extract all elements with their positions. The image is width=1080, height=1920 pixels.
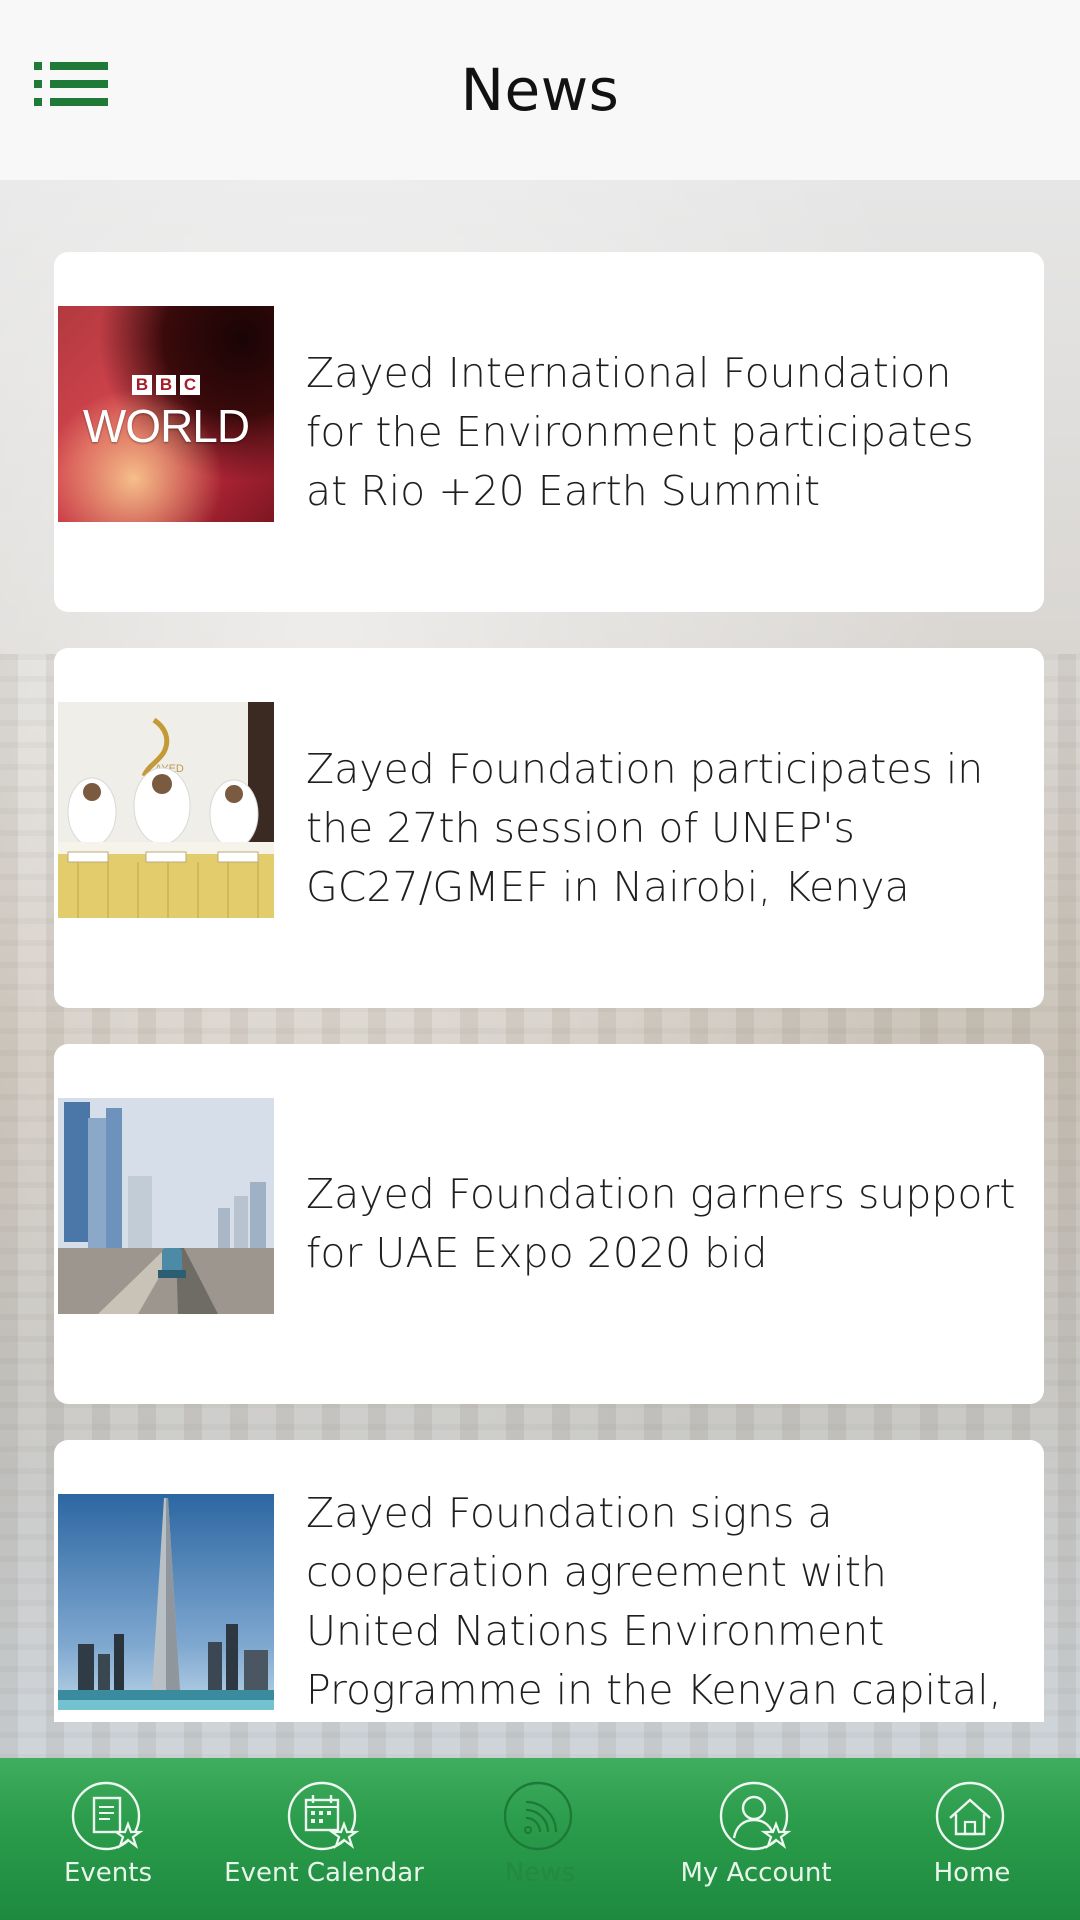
- news-title: Zayed Foundation signs a cooperation agr…: [306, 1489, 1002, 1714]
- bottom-navigation: Events Event Calendar News My Account Ho…: [0, 1758, 1080, 1920]
- bbc-logo-boxes: BBC: [132, 375, 200, 395]
- bbc-world-logo-text: WORLD: [82, 400, 250, 452]
- nav-label: Events: [63, 1858, 153, 1888]
- nav-event-calendar[interactable]: Event Calendar: [216, 1758, 432, 1888]
- news-list: BBC WORLD Zayed International Foundation…: [54, 252, 1044, 1758]
- list-menu-icon[interactable]: [34, 62, 108, 116]
- news-item[interactable]: BBC WORLD Zayed International Foundation…: [54, 252, 1044, 612]
- event-calendar-icon: [287, 1781, 360, 1851]
- nav-my-account[interactable]: My Account: [648, 1758, 864, 1888]
- news-feed-icon: [503, 1781, 573, 1851]
- nav-label: My Account: [680, 1858, 832, 1888]
- events-icon: [71, 1781, 144, 1851]
- news-title: Zayed Foundation participates in the 27t…: [306, 744, 984, 911]
- nav-home[interactable]: Home: [864, 1758, 1080, 1888]
- news-title: Zayed Foundation garners support for UAE…: [306, 1170, 1016, 1277]
- nav-news[interactable]: News: [432, 1758, 648, 1888]
- account-icon: [719, 1781, 792, 1851]
- page-title: News: [460, 56, 620, 124]
- nav-label: News: [504, 1858, 576, 1888]
- home-icon: [935, 1781, 1005, 1851]
- app-header: News: [0, 0, 1080, 180]
- news-thumbnail: BBC WORLD: [58, 306, 274, 522]
- news-item[interactable]: Zayed Foundation garners support for UAE…: [54, 1044, 1044, 1404]
- nav-label: Home: [933, 1858, 1011, 1888]
- nav-events[interactable]: Events: [0, 1758, 216, 1888]
- news-thumbnail: ZAYED: [58, 702, 274, 918]
- news-thumbnail: [58, 1494, 274, 1710]
- nav-label: Event Calendar: [224, 1858, 424, 1888]
- news-thumbnail: [58, 1098, 274, 1314]
- news-title: Zayed International Foundation for the E…: [306, 348, 974, 515]
- news-item[interactable]: ZAYED: [54, 648, 1044, 1008]
- news-item[interactable]: Zayed Foundation signs a cooperation agr…: [54, 1440, 1044, 1722]
